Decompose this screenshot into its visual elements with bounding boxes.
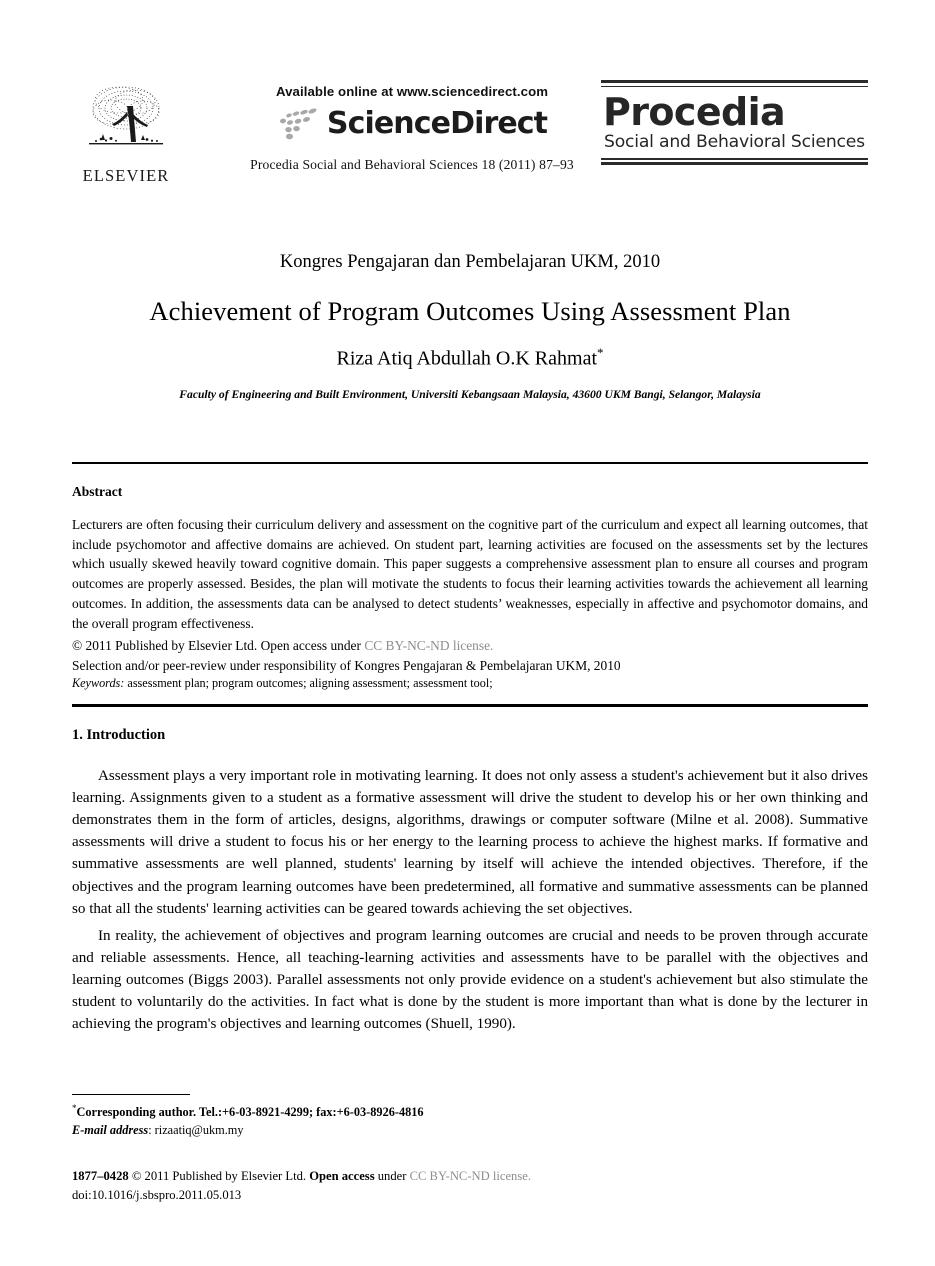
colophon-block: 1877–0428 © 2011 Published by Elsevier L…: [72, 1167, 692, 1205]
doi-line[interactable]: doi:10.1016/j.sbspro.2011.05.013: [72, 1186, 692, 1205]
abstract-bottom-rule: [72, 704, 868, 707]
keywords-label: Keywords:: [72, 676, 125, 691]
keywords-line: Keywords: assessment plan; program outco…: [72, 675, 868, 693]
procedia-title: Procedia: [603, 90, 786, 134]
introduction-paragraph-2: In reality, the achievement of objective…: [72, 928, 868, 1033]
sciencedirect-dots-icon: [279, 108, 317, 140]
footnote-block: *Corresponding author. Tel.:+6-03-8921-4…: [72, 1102, 672, 1139]
affiliation-line: Faculty of Engineering and Built Environ…: [179, 388, 761, 401]
sciencedirect-wordmark: ScienceDirect: [326, 106, 548, 141]
abstract-top-rule: [72, 462, 868, 464]
sciencedirect-block: Available online at www.sciencedirect.co…: [212, 84, 612, 173]
open-access-label: Open access: [309, 1169, 375, 1183]
email-line: E-mail address: rizaatiq@ukm.my: [72, 1122, 672, 1139]
corresponding-author-line: *Corresponding author. Tel.:+6-03-8921-4…: [72, 1102, 672, 1122]
author-line: Riza Atiq Abdullah O.K Rahmat*: [72, 345, 868, 371]
abstract-body: Lecturers are often focusing their curri…: [72, 517, 868, 631]
keywords-value: assessment plan; program outcomes; align…: [124, 676, 493, 691]
procedia-rule-bottom-2: [601, 162, 868, 166]
email-label: E-mail address: [72, 1122, 149, 1137]
elsevier-wordmark: ELSEVIER: [82, 166, 170, 185]
sciencedirect-logo: ScienceDirect: [212, 107, 612, 141]
procedia-subtitle: Social and Behavioral Sciences: [604, 132, 865, 152]
procedia-logo-block: Procedia Social and Behavioral Sciences: [601, 80, 868, 166]
procedia-rule-top-2: [601, 85, 868, 87]
under-text: under: [374, 1169, 410, 1183]
masthead: ELSEVIER Available online at www.science…: [72, 78, 868, 198]
copyright-text: © 2011 Published by Elsevier Ltd. Open a…: [72, 638, 365, 653]
issn-number: 1877–0428: [72, 1169, 132, 1183]
elsevier-logo-block: ELSEVIER: [72, 78, 180, 184]
elsevier-tree-icon: [89, 86, 163, 145]
conference-line: Kongres Pengajaran dan Pembelajaran UKM,…: [279, 252, 661, 272]
section-heading-introduction: 1. Introduction: [72, 727, 166, 743]
corresponding-author-text: Corresponding author. Tel.:+6-03-8921-42…: [76, 1105, 424, 1120]
abstract-meta: © 2011 Published by Elsevier Ltd. Open a…: [72, 636, 868, 693]
email-value[interactable]: : rizaatiq@ukm.my: [148, 1123, 243, 1137]
journal-citation: Procedia Social and Behavioral Sciences …: [250, 157, 574, 172]
introduction-paragraph-1: Assessment plays a very important role i…: [72, 768, 868, 917]
license-link[interactable]: CC BY-NC-ND license.: [364, 638, 493, 653]
issn-line: 1877–0428 © 2011 Published by Elsevier L…: [72, 1167, 692, 1186]
article-first-page: ELSEVIER Available online at www.science…: [0, 0, 935, 1266]
copyright-line: © 2011 Published by Elsevier Ltd. Open a…: [72, 636, 868, 656]
page-title: Achievement of Program Outcomes Using As…: [149, 296, 791, 326]
available-online-text: Available online at www.sciencedirect.co…: [275, 84, 549, 99]
issn-copyright: © 2011 Published by Elsevier Ltd.: [131, 1169, 310, 1183]
author-name: Riza Atiq Abdullah O.K Rahmat: [336, 347, 598, 370]
author-footnote-marker: *: [597, 345, 604, 360]
colophon-license-link[interactable]: CC BY-NC-ND license.: [410, 1169, 531, 1183]
abstract-heading: Abstract: [72, 484, 123, 499]
peer-review-line: Selection and/or peer-review under respo…: [72, 657, 621, 673]
footnote-separator-rule: [72, 1094, 190, 1096]
